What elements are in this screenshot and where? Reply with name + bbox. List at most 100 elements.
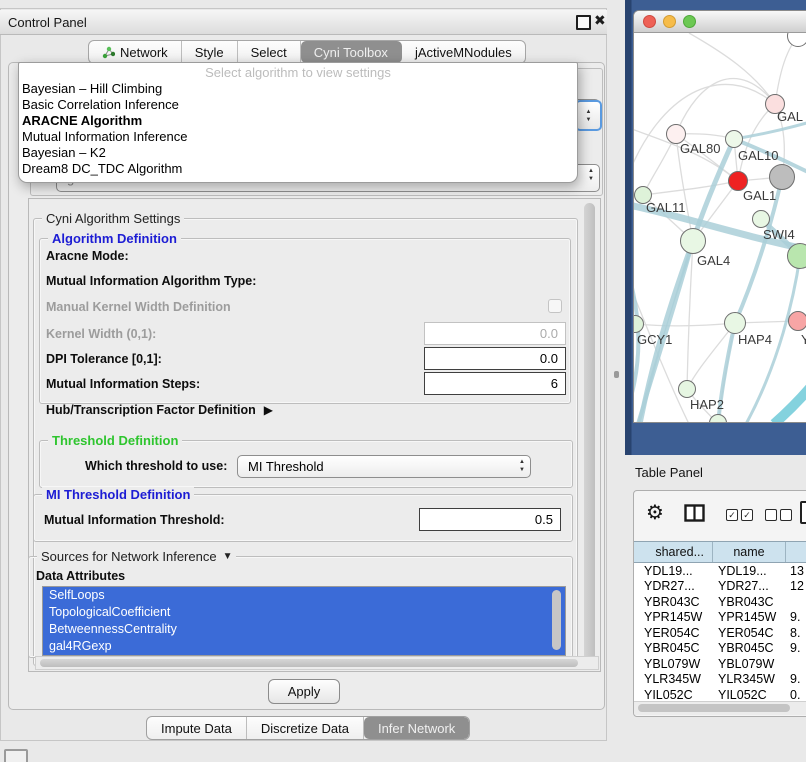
settings-vertical-scrollbar-thumb[interactable] bbox=[584, 203, 595, 661]
network-node-hap2[interactable] bbox=[678, 380, 696, 398]
table-cell: YBR043C bbox=[713, 595, 786, 609]
cyni-algorithm-settings-title: Cyni Algorithm Settings bbox=[42, 211, 184, 226]
hub-section-label: Hub/Transcription Factor Definition bbox=[46, 403, 256, 417]
dpi-tolerance-field[interactable]: 0.0 bbox=[424, 347, 566, 370]
manual-kernel-width-checkbox bbox=[548, 299, 562, 313]
attribute-item-selfloops[interactable]: SelfLoops bbox=[43, 587, 565, 604]
mutual-information-threshold-field[interactable]: 0.5 bbox=[419, 508, 561, 531]
select-all-icon[interactable]: ✓ ✓ bbox=[726, 509, 753, 521]
tab-cyni-toolbox[interactable]: Cyni Toolbox bbox=[301, 41, 402, 63]
network-node[interactable] bbox=[787, 243, 806, 269]
table-cell: 0. bbox=[786, 688, 806, 701]
network-node-label: GAL1 bbox=[743, 188, 776, 203]
panel-splitter-handle[interactable] bbox=[614, 371, 619, 378]
table-cell: YDL19... bbox=[634, 564, 713, 578]
control-panel-title: Control Panel bbox=[8, 15, 87, 30]
float-panel-icon[interactable] bbox=[576, 15, 591, 30]
network-node-label: HAP2 bbox=[690, 397, 724, 412]
table-row[interactable]: YBR045CYBR045C9. bbox=[634, 641, 806, 657]
network-canvas[interactable]: GALGAL80GAL10GAL1GAL11SWI4GAL4GCY1HAP4YH… bbox=[634, 33, 806, 423]
algorithm-option-bayesian-k2[interactable]: Bayesian – K2 bbox=[19, 145, 577, 161]
tab-discretize-data[interactable]: Discretize Data bbox=[247, 717, 364, 739]
dpi-tolerance-label: DPI Tolerance [0,1]: bbox=[46, 352, 162, 366]
close-window-icon[interactable] bbox=[643, 15, 656, 28]
threshold-definition-title: Threshold Definition bbox=[48, 433, 182, 448]
table-cell: 13 bbox=[786, 564, 806, 578]
mi-algorithm-type-label: Mutual Information Algorithm Type: bbox=[46, 274, 256, 288]
table-column-header[interactable]: name bbox=[713, 542, 786, 562]
deselect-all-icon[interactable] bbox=[765, 509, 792, 521]
tab-label: Impute Data bbox=[161, 721, 232, 736]
table-row[interactable]: YER054CYER054C8. bbox=[634, 625, 806, 641]
control-panel-tabs: NetworkStyle Select Cyni Toolbox jActiveMNo… bbox=[88, 40, 526, 64]
algorithm-option-aracne-algorithm[interactable]: ARACNE Algorithm bbox=[19, 113, 577, 129]
tab-label: Cyni Toolbox bbox=[314, 45, 388, 60]
mi-steps-field[interactable]: 6 bbox=[424, 372, 566, 395]
attribute-item-betweennesscentrality[interactable]: BetweennessCentrality bbox=[43, 621, 565, 638]
table-row[interactable]: YPR145WYPR145W9. bbox=[634, 610, 806, 626]
table-horizontal-scrollbar-thumb[interactable] bbox=[638, 704, 790, 712]
table-row[interactable]: YIL052CYIL052C0. bbox=[634, 687, 806, 701]
table-cell: YDR27... bbox=[634, 579, 713, 593]
table-cell: 8. bbox=[786, 626, 806, 640]
table-row[interactable]: YBR043CYBR043C bbox=[634, 594, 806, 610]
algorithm-option-dream8-dc-tdc-algorithm[interactable]: Dream8 DC_TDC Algorithm bbox=[19, 161, 577, 177]
algorithm-option-bayesian-hill-climbing[interactable]: Bayesian – Hill Climbing bbox=[19, 81, 577, 97]
control-panel-titlebar[interactable]: Control Panel bbox=[0, 10, 607, 35]
table-cell: YDR27... bbox=[713, 579, 786, 593]
algorithm-dropdown-popup: Select algorithm to view settings Bayesi… bbox=[18, 62, 578, 183]
minimized-panel-icon[interactable] bbox=[4, 749, 28, 762]
network-node[interactable] bbox=[769, 164, 795, 190]
algorithm-option-mutual-information-inference[interactable]: Mutual Information Inference bbox=[19, 129, 577, 145]
sources-title-toggle[interactable]: Sources for Network Inference ▼ bbox=[37, 549, 236, 564]
hub-transcription-factor-toggle[interactable]: Hub/Transcription Factor Definition ▶ bbox=[46, 403, 273, 417]
network-node-swi4[interactable] bbox=[752, 210, 770, 228]
table-row[interactable]: YBL079WYBL079W bbox=[634, 656, 806, 672]
network-window-titlebar[interactable] bbox=[634, 11, 806, 33]
split-columns-icon[interactable] bbox=[684, 504, 705, 527]
tab-label: Select bbox=[251, 45, 287, 60]
algorithm-option-basic-correlation-inference[interactable]: Basic Correlation Inference bbox=[19, 97, 577, 113]
table-row[interactable]: YDL19...YDL19...13 bbox=[634, 563, 806, 579]
table-row[interactable]: YLR345WYLR345W9. bbox=[634, 672, 806, 688]
table-column-header[interactable] bbox=[786, 542, 806, 562]
table-rows: YDL19...YDL19...13YDR27...YDR27...12YBR0… bbox=[634, 563, 806, 701]
network-node-hap4[interactable] bbox=[724, 312, 746, 334]
tab-jactivemnodules[interactable]: jActiveMNodules bbox=[402, 41, 525, 63]
tab-style[interactable]: Style bbox=[182, 41, 238, 63]
which-threshold-combo[interactable]: MI Threshold ▲▼ bbox=[237, 455, 531, 478]
network-node-y[interactable] bbox=[788, 311, 806, 331]
tab-network[interactable]: Network bbox=[89, 41, 182, 63]
network-node-gal10[interactable] bbox=[725, 130, 743, 148]
tab-select[interactable]: Select bbox=[238, 41, 301, 63]
table-cell: YBL079W bbox=[713, 657, 786, 671]
gear-icon[interactable]: ⚙ bbox=[646, 502, 664, 524]
algorithm-popup-list: Bayesian – Hill ClimbingBasic Correlatio… bbox=[19, 81, 577, 177]
table-row[interactable]: YDR27...YDR27...12 bbox=[634, 579, 806, 595]
document-icon[interactable] bbox=[800, 501, 806, 524]
network-node-label: Y bbox=[801, 332, 806, 347]
minimize-window-icon[interactable] bbox=[663, 15, 676, 28]
apply-button[interactable]: Apply bbox=[268, 679, 340, 704]
attribute-item-topologicalcoefficient[interactable]: TopologicalCoefficient bbox=[43, 604, 565, 621]
settings-horizontal-scrollbar-thumb[interactable] bbox=[40, 659, 578, 667]
network-node-gal4[interactable] bbox=[680, 228, 706, 254]
attributes-scrollbar-thumb[interactable] bbox=[552, 590, 561, 650]
table-cell: YLR345W bbox=[713, 672, 786, 686]
network-node-label: GAL4 bbox=[697, 253, 730, 268]
table-cell: YIL052C bbox=[634, 688, 713, 701]
close-panel-icon[interactable]: ✖ bbox=[594, 12, 606, 29]
table-cell: 9. bbox=[786, 610, 806, 624]
spinner-up-icon: ▲ bbox=[586, 108, 592, 116]
table-cell: YBR045C bbox=[634, 641, 713, 655]
algorithm-definition-title: Algorithm Definition bbox=[48, 231, 181, 246]
algorithm-combo-spinner[interactable]: ▲ ▼ bbox=[575, 100, 602, 131]
table-horizontal-scrollbar-track[interactable] bbox=[634, 701, 806, 715]
network-window: GALGAL80GAL10GAL1GAL11SWI4GAL4GCY1HAP4YH… bbox=[633, 10, 806, 423]
attribute-item-gal4rgexp[interactable]: gal4RGexp bbox=[43, 638, 565, 655]
tab-impute-data[interactable]: Impute Data bbox=[147, 717, 247, 739]
table-column-header[interactable]: shared... bbox=[634, 542, 713, 562]
zoom-window-icon[interactable] bbox=[683, 15, 696, 28]
tab-infer-network[interactable]: Infer Network bbox=[364, 717, 469, 739]
spinner-down-icon: ▼ bbox=[586, 116, 592, 124]
